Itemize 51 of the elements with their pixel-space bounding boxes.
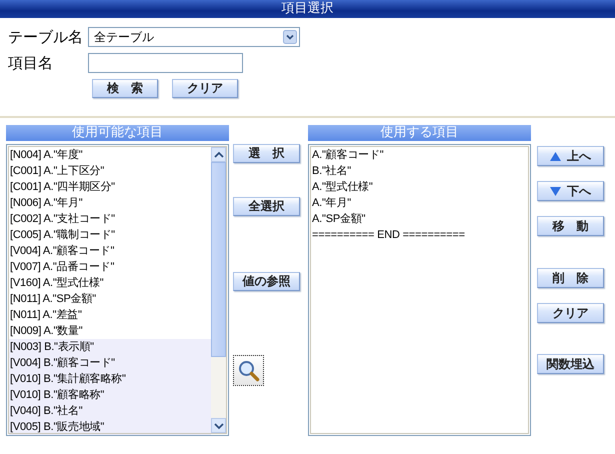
- list-item[interactable]: [V007] A."品番コード": [9, 259, 211, 275]
- action-button[interactable]: 上へ: [537, 146, 604, 166]
- list-item[interactable]: A."顧客コード": [311, 147, 528, 163]
- scroll-up-icon[interactable]: [214, 150, 224, 158]
- list-item[interactable]: [V160] A."型式仕様": [9, 275, 211, 291]
- down-triangle-icon: [550, 186, 561, 196]
- table-dropdown[interactable]: 全テーブル: [88, 27, 300, 47]
- action-button[interactable]: 関数埋込: [537, 354, 604, 374]
- search-form-button[interactable]: クリア: [172, 79, 238, 98]
- field-label: 項目名: [8, 54, 54, 72]
- action-button[interactable]: 下へ: [537, 181, 604, 201]
- list-item[interactable]: [C005] A."職制コード": [9, 227, 211, 243]
- action-button[interactable]: 移 動: [537, 216, 604, 236]
- window-title: 項目選択: [282, 1, 334, 16]
- list-item[interactable]: ========== END ==========: [311, 227, 528, 243]
- list-item[interactable]: A."SP金額": [311, 211, 528, 227]
- list-item[interactable]: [N006] A."年月": [9, 195, 211, 211]
- field-label: テーブル名: [8, 28, 84, 46]
- list-item[interactable]: [C002] A."支社コード": [9, 211, 211, 227]
- list-item[interactable]: [V005] B."販売地域": [9, 419, 211, 435]
- list-item[interactable]: [N003] B."表示順": [9, 339, 211, 355]
- list-item[interactable]: [V004] B."顧客コード": [9, 355, 211, 371]
- search-icon: [236, 358, 260, 382]
- list-item[interactable]: [N009] A."数量": [9, 323, 211, 339]
- list-item[interactable]: [V010] B."集計顧客略称": [9, 371, 211, 387]
- action-button[interactable]: 選 択: [233, 144, 300, 163]
- list-item[interactable]: [C001] A."四半期区分": [9, 179, 211, 195]
- panel-header: 使用する項目: [308, 125, 531, 141]
- item-name-field[interactable]: [88, 53, 243, 73]
- action-button[interactable]: クリア: [537, 303, 604, 323]
- lookup-button[interactable]: [233, 355, 264, 386]
- available-list[interactable]: [6, 144, 229, 436]
- list-item[interactable]: B."社名": [311, 163, 528, 179]
- list-item[interactable]: [N011] A."SP金額": [9, 291, 211, 307]
- search-form-button[interactable]: 検 索: [92, 79, 158, 98]
- list-item[interactable]: A."年月": [311, 195, 528, 211]
- list-item[interactable]: [V004] A."顧客コード": [9, 243, 211, 259]
- scroll-down-icon[interactable]: [214, 422, 224, 430]
- action-button[interactable]: 値の参照: [233, 272, 300, 291]
- panel-header: 使用可能な項目: [6, 125, 229, 141]
- list-item[interactable]: [N011] A."差益": [9, 307, 211, 323]
- action-button[interactable]: 削 除: [537, 268, 604, 288]
- list-item[interactable]: [C001] A."上下区分": [9, 163, 211, 179]
- list-item[interactable]: A."型式仕様": [311, 179, 528, 195]
- list-item[interactable]: [V040] B."社名": [9, 403, 211, 419]
- selected-list[interactable]: A."顧客コード" B."社名" A."型式仕様" A."年月" A."SP金額" ========== END ==========: [308, 144, 531, 436]
- up-triangle-icon: [550, 152, 561, 160]
- list-item[interactable]: [V010] B."顧客略称": [9, 387, 211, 403]
- action-button[interactable]: 全選択: [233, 197, 300, 216]
- list-item[interactable]: [N004] A."年度": [9, 147, 211, 163]
- scrollbar[interactable]: [211, 147, 226, 433]
